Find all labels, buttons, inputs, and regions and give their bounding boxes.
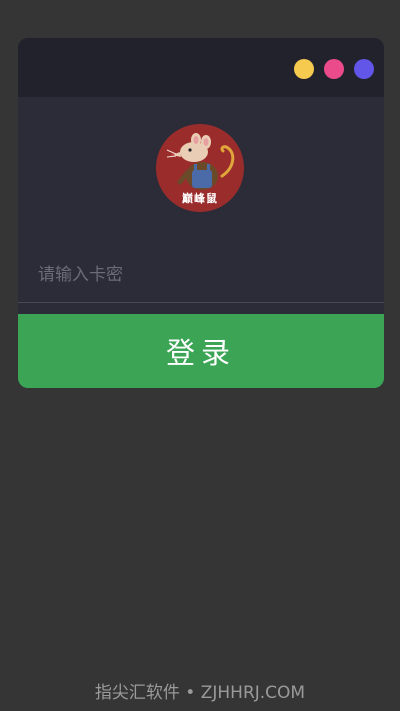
window-controls: [294, 59, 374, 79]
login-button[interactable]: 登录: [18, 314, 384, 388]
app-screen: 巅峰鼠 登录 指尖汇软件 • ZJHHRJ.COM: [0, 0, 400, 711]
card-key-input[interactable]: [36, 262, 370, 288]
minimize-dot-icon[interactable]: [294, 59, 314, 79]
login-card: 巅峰鼠 登录: [18, 38, 384, 388]
card-key-field: [18, 252, 384, 303]
title-bar: [18, 38, 384, 97]
logo-avatar: 巅峰鼠: [156, 124, 244, 212]
maximize-dot-icon[interactable]: [324, 59, 344, 79]
logo-text: 巅峰鼠: [182, 192, 218, 205]
close-dot-icon[interactable]: [354, 59, 374, 79]
footer-watermark: 指尖汇软件 • ZJHHRJ.COM: [94, 683, 306, 703]
